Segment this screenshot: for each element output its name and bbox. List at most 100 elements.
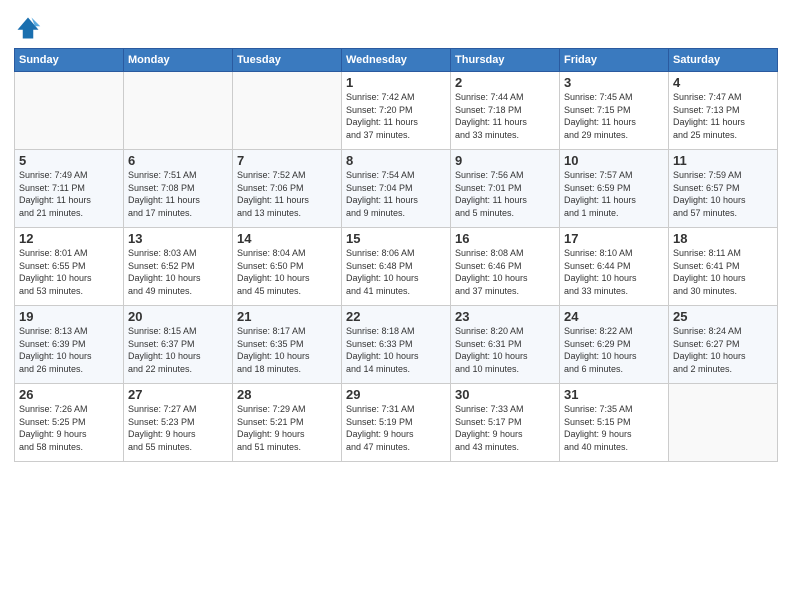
day-cell [233, 72, 342, 150]
day-cell: 3Sunrise: 7:45 AM Sunset: 7:15 PM Daylig… [560, 72, 669, 150]
day-cell: 13Sunrise: 8:03 AM Sunset: 6:52 PM Dayli… [124, 228, 233, 306]
day-cell: 2Sunrise: 7:44 AM Sunset: 7:18 PM Daylig… [451, 72, 560, 150]
day-number: 30 [455, 387, 555, 402]
day-number: 22 [346, 309, 446, 324]
day-info: Sunrise: 8:22 AM Sunset: 6:29 PM Dayligh… [564, 325, 664, 375]
day-cell: 25Sunrise: 8:24 AM Sunset: 6:27 PM Dayli… [669, 306, 778, 384]
week-row-0: 1Sunrise: 7:42 AM Sunset: 7:20 PM Daylig… [15, 72, 778, 150]
day-cell: 4Sunrise: 7:47 AM Sunset: 7:13 PM Daylig… [669, 72, 778, 150]
day-info: Sunrise: 7:42 AM Sunset: 7:20 PM Dayligh… [346, 91, 446, 141]
day-cell: 31Sunrise: 7:35 AM Sunset: 5:15 PM Dayli… [560, 384, 669, 462]
calendar-header-row: SundayMondayTuesdayWednesdayThursdayFrid… [15, 49, 778, 72]
week-row-1: 5Sunrise: 7:49 AM Sunset: 7:11 PM Daylig… [15, 150, 778, 228]
day-cell: 17Sunrise: 8:10 AM Sunset: 6:44 PM Dayli… [560, 228, 669, 306]
day-info: Sunrise: 8:13 AM Sunset: 6:39 PM Dayligh… [19, 325, 119, 375]
header-sunday: Sunday [15, 49, 124, 72]
day-cell: 27Sunrise: 7:27 AM Sunset: 5:23 PM Dayli… [124, 384, 233, 462]
day-info: Sunrise: 7:44 AM Sunset: 7:18 PM Dayligh… [455, 91, 555, 141]
day-number: 12 [19, 231, 119, 246]
day-number: 31 [564, 387, 664, 402]
day-info: Sunrise: 7:27 AM Sunset: 5:23 PM Dayligh… [128, 403, 228, 453]
day-cell [669, 384, 778, 462]
day-info: Sunrise: 8:04 AM Sunset: 6:50 PM Dayligh… [237, 247, 337, 297]
day-number: 6 [128, 153, 228, 168]
day-cell: 22Sunrise: 8:18 AM Sunset: 6:33 PM Dayli… [342, 306, 451, 384]
calendar-table: SundayMondayTuesdayWednesdayThursdayFrid… [14, 48, 778, 462]
day-cell: 26Sunrise: 7:26 AM Sunset: 5:25 PM Dayli… [15, 384, 124, 462]
day-number: 8 [346, 153, 446, 168]
day-cell: 14Sunrise: 8:04 AM Sunset: 6:50 PM Dayli… [233, 228, 342, 306]
day-cell: 16Sunrise: 8:08 AM Sunset: 6:46 PM Dayli… [451, 228, 560, 306]
day-number: 9 [455, 153, 555, 168]
day-cell: 6Sunrise: 7:51 AM Sunset: 7:08 PM Daylig… [124, 150, 233, 228]
day-cell: 5Sunrise: 7:49 AM Sunset: 7:11 PM Daylig… [15, 150, 124, 228]
day-info: Sunrise: 7:47 AM Sunset: 7:13 PM Dayligh… [673, 91, 773, 141]
header-friday: Friday [560, 49, 669, 72]
day-cell: 8Sunrise: 7:54 AM Sunset: 7:04 PM Daylig… [342, 150, 451, 228]
day-number: 17 [564, 231, 664, 246]
day-info: Sunrise: 7:57 AM Sunset: 6:59 PM Dayligh… [564, 169, 664, 219]
day-number: 5 [19, 153, 119, 168]
week-row-3: 19Sunrise: 8:13 AM Sunset: 6:39 PM Dayli… [15, 306, 778, 384]
day-cell: 15Sunrise: 8:06 AM Sunset: 6:48 PM Dayli… [342, 228, 451, 306]
day-info: Sunrise: 7:35 AM Sunset: 5:15 PM Dayligh… [564, 403, 664, 453]
day-info: Sunrise: 8:17 AM Sunset: 6:35 PM Dayligh… [237, 325, 337, 375]
day-info: Sunrise: 8:11 AM Sunset: 6:41 PM Dayligh… [673, 247, 773, 297]
day-info: Sunrise: 8:18 AM Sunset: 6:33 PM Dayligh… [346, 325, 446, 375]
day-number: 25 [673, 309, 773, 324]
day-number: 14 [237, 231, 337, 246]
logo-icon [14, 14, 42, 42]
header-thursday: Thursday [451, 49, 560, 72]
day-number: 26 [19, 387, 119, 402]
day-cell [15, 72, 124, 150]
day-info: Sunrise: 7:56 AM Sunset: 7:01 PM Dayligh… [455, 169, 555, 219]
day-info: Sunrise: 7:52 AM Sunset: 7:06 PM Dayligh… [237, 169, 337, 219]
day-number: 1 [346, 75, 446, 90]
day-number: 28 [237, 387, 337, 402]
day-info: Sunrise: 7:51 AM Sunset: 7:08 PM Dayligh… [128, 169, 228, 219]
day-cell: 10Sunrise: 7:57 AM Sunset: 6:59 PM Dayli… [560, 150, 669, 228]
day-info: Sunrise: 8:03 AM Sunset: 6:52 PM Dayligh… [128, 247, 228, 297]
day-cell: 11Sunrise: 7:59 AM Sunset: 6:57 PM Dayli… [669, 150, 778, 228]
day-info: Sunrise: 8:15 AM Sunset: 6:37 PM Dayligh… [128, 325, 228, 375]
header-wednesday: Wednesday [342, 49, 451, 72]
day-number: 27 [128, 387, 228, 402]
header-tuesday: Tuesday [233, 49, 342, 72]
day-number: 24 [564, 309, 664, 324]
day-number: 18 [673, 231, 773, 246]
day-number: 23 [455, 309, 555, 324]
day-number: 4 [673, 75, 773, 90]
day-info: Sunrise: 8:20 AM Sunset: 6:31 PM Dayligh… [455, 325, 555, 375]
day-info: Sunrise: 8:08 AM Sunset: 6:46 PM Dayligh… [455, 247, 555, 297]
day-cell: 28Sunrise: 7:29 AM Sunset: 5:21 PM Dayli… [233, 384, 342, 462]
day-cell: 18Sunrise: 8:11 AM Sunset: 6:41 PM Dayli… [669, 228, 778, 306]
day-info: Sunrise: 8:06 AM Sunset: 6:48 PM Dayligh… [346, 247, 446, 297]
day-number: 21 [237, 309, 337, 324]
day-number: 16 [455, 231, 555, 246]
logo [14, 14, 44, 42]
day-info: Sunrise: 7:49 AM Sunset: 7:11 PM Dayligh… [19, 169, 119, 219]
day-cell: 20Sunrise: 8:15 AM Sunset: 6:37 PM Dayli… [124, 306, 233, 384]
day-cell: 19Sunrise: 8:13 AM Sunset: 6:39 PM Dayli… [15, 306, 124, 384]
header-monday: Monday [124, 49, 233, 72]
day-info: Sunrise: 8:24 AM Sunset: 6:27 PM Dayligh… [673, 325, 773, 375]
day-number: 19 [19, 309, 119, 324]
day-cell: 30Sunrise: 7:33 AM Sunset: 5:17 PM Dayli… [451, 384, 560, 462]
page-container: SundayMondayTuesdayWednesdayThursdayFrid… [0, 0, 792, 468]
day-cell: 9Sunrise: 7:56 AM Sunset: 7:01 PM Daylig… [451, 150, 560, 228]
day-info: Sunrise: 7:29 AM Sunset: 5:21 PM Dayligh… [237, 403, 337, 453]
day-cell: 29Sunrise: 7:31 AM Sunset: 5:19 PM Dayli… [342, 384, 451, 462]
day-number: 10 [564, 153, 664, 168]
day-info: Sunrise: 8:10 AM Sunset: 6:44 PM Dayligh… [564, 247, 664, 297]
week-row-4: 26Sunrise: 7:26 AM Sunset: 5:25 PM Dayli… [15, 384, 778, 462]
day-number: 15 [346, 231, 446, 246]
day-cell: 1Sunrise: 7:42 AM Sunset: 7:20 PM Daylig… [342, 72, 451, 150]
day-info: Sunrise: 7:33 AM Sunset: 5:17 PM Dayligh… [455, 403, 555, 453]
day-cell: 12Sunrise: 8:01 AM Sunset: 6:55 PM Dayli… [15, 228, 124, 306]
day-number: 29 [346, 387, 446, 402]
day-info: Sunrise: 8:01 AM Sunset: 6:55 PM Dayligh… [19, 247, 119, 297]
day-number: 20 [128, 309, 228, 324]
day-number: 13 [128, 231, 228, 246]
day-info: Sunrise: 7:59 AM Sunset: 6:57 PM Dayligh… [673, 169, 773, 219]
day-number: 3 [564, 75, 664, 90]
